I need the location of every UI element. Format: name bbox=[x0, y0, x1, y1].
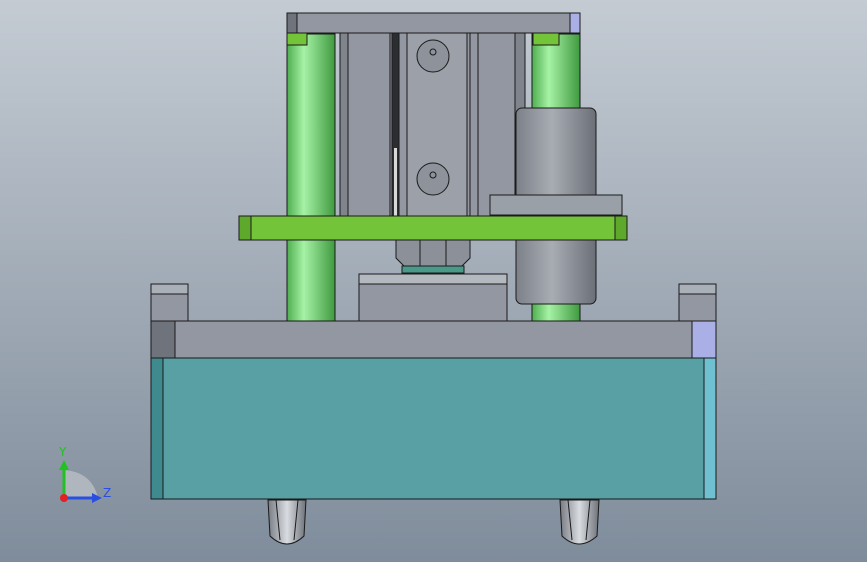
model-canvas[interactable]: Y Z bbox=[0, 0, 867, 562]
cylinder-body[interactable] bbox=[339, 32, 526, 218]
x-axis-dot bbox=[60, 494, 68, 502]
center-nut[interactable] bbox=[395, 239, 471, 274]
center-block[interactable] bbox=[358, 273, 508, 323]
base-body[interactable] bbox=[150, 357, 717, 500]
left-foot[interactable] bbox=[267, 499, 307, 545]
y-axis-label: Y bbox=[58, 445, 67, 459]
left-guide-rod[interactable] bbox=[286, 33, 336, 325]
bolt-head-upper-icon bbox=[416, 39, 450, 73]
bolt-head-lower-icon bbox=[416, 162, 450, 196]
cad-viewport[interactable]: Y Z bbox=[0, 0, 867, 562]
right-foot[interactable] bbox=[559, 499, 600, 545]
z-axis-label: Z bbox=[103, 486, 111, 500]
mounting-plate[interactable] bbox=[238, 215, 628, 241]
